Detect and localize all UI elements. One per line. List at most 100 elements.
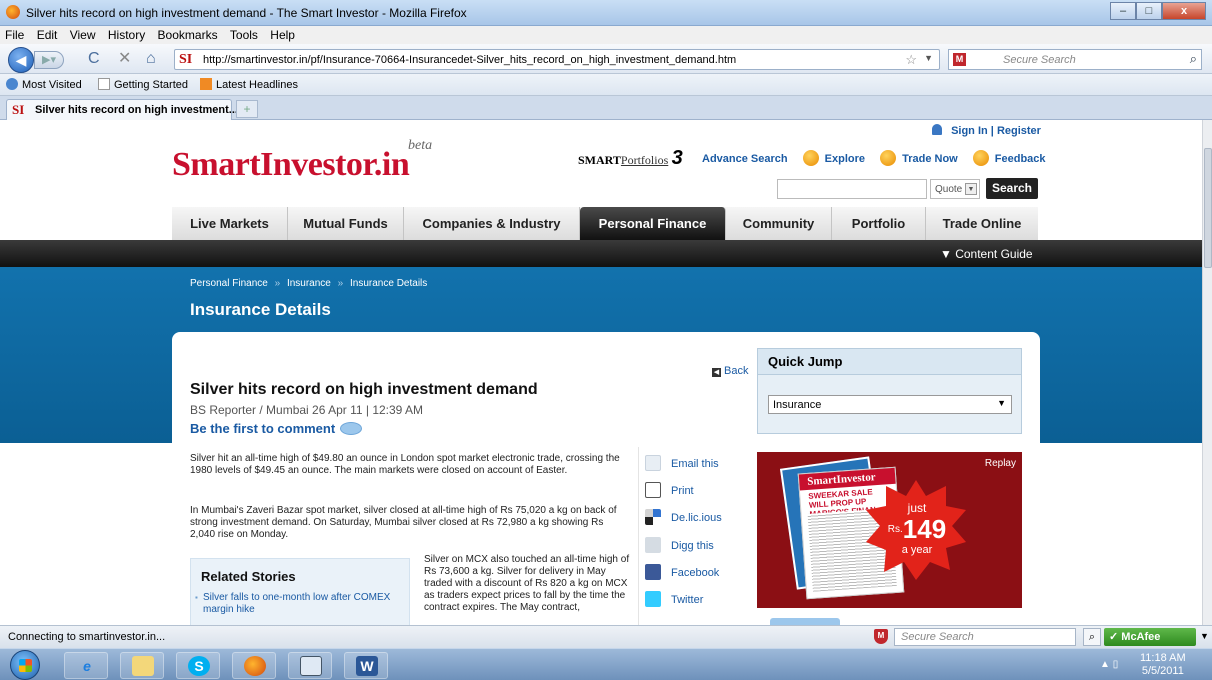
page-icon [98, 78, 110, 90]
main-navigation: Live Markets Mutual Funds Companies & In… [172, 207, 1038, 240]
reload-icon[interactable]: C [88, 50, 100, 68]
nav-portfolio[interactable]: Portfolio [832, 207, 926, 240]
quick-jump-value: Insurance [773, 399, 822, 411]
article-paragraph-3: Silver on MCX also touched an all-time h… [424, 554, 630, 613]
page-viewport: SmartInvestor.in beta Sign In | Register… [0, 120, 1202, 625]
search-icon[interactable]: ⌕ [1083, 628, 1101, 646]
site-icon: SI [179, 52, 193, 67]
nav-live-markets[interactable]: Live Markets [172, 207, 288, 240]
menu-history[interactable]: History [103, 26, 149, 42]
trade-now-link[interactable]: Trade Now [902, 153, 958, 165]
url-text[interactable]: http://smartinvestor.in/pf/Insurance-706… [203, 54, 736, 66]
home-icon[interactable]: ⌂ [146, 50, 156, 68]
minimize-button[interactable]: – [1110, 2, 1136, 20]
ad-replay-button[interactable]: Replay [985, 458, 1016, 469]
site-logo[interactable]: SmartInvestor.in [172, 146, 410, 184]
share-twitter[interactable]: Twitter [645, 591, 703, 607]
forward-button[interactable]: ▶▾ [34, 51, 64, 69]
tray-expand-icon[interactable]: ▲ [1100, 659, 1110, 670]
smart-portfolios-logo[interactable]: SMARTPortfolios 3 [578, 147, 683, 170]
top-links: Advance Search Explore Trade Now Feedbac… [702, 150, 1052, 166]
start-button[interactable] [10, 650, 40, 680]
register-link[interactable]: Register [997, 125, 1041, 137]
taskbar-firefox[interactable] [232, 652, 276, 679]
mcafee-button[interactable]: ✓ McAfee [1104, 628, 1196, 646]
explore-link[interactable]: Explore [825, 153, 865, 165]
breadcrumb-personal-finance[interactable]: Personal Finance [190, 278, 268, 289]
mcafee-search-icon[interactable]: M [953, 53, 966, 66]
close-button[interactable]: x [1162, 2, 1206, 20]
navigation-toolbar: ◀ ▶▾ C ✕ ⌂ SI http://smartinvestor.in/pf… [0, 44, 1212, 74]
bookmark-latest-headlines[interactable]: Latest Headlines [200, 78, 298, 91]
nav-community[interactable]: Community [726, 207, 832, 240]
browser-search-box[interactable]: M Secure Search ⌕ [948, 49, 1202, 70]
taskbar-media[interactable] [288, 652, 332, 679]
windows-taskbar: e S W ▲ ▯ 11:18 AM 5/5/2011 [0, 648, 1212, 680]
share-delicious[interactable]: De.lic.ious [645, 509, 722, 525]
share-facebook[interactable]: Facebook [645, 564, 719, 580]
sign-in-link[interactable]: Sign In [951, 125, 988, 137]
back-link[interactable]: ◀ Back [712, 365, 748, 377]
maximize-button[interactable]: □ [1136, 2, 1162, 20]
article-byline: BS Reporter / Mumbai 26 Apr 11 | 12:39 A… [190, 403, 424, 417]
window-controls: – □ x [1110, 2, 1206, 20]
stop-icon[interactable]: ✕ [118, 50, 131, 68]
system-clock[interactable]: 11:18 AM 5/5/2011 [1140, 652, 1186, 678]
printer-icon [645, 482, 661, 498]
price-value: 149 [902, 514, 947, 544]
nav-personal-finance[interactable]: Personal Finance [580, 207, 726, 240]
menu-edit[interactable]: Edit [32, 26, 62, 42]
url-bar[interactable]: SI http://smartinvestor.in/pf/Insurance-… [174, 49, 940, 70]
smart-text: SMART [578, 153, 621, 167]
taskbar-explorer[interactable] [120, 652, 164, 679]
url-dropdown-icon[interactable]: ▼ [924, 53, 933, 63]
taskbar-skype[interactable]: S [176, 652, 220, 679]
tab-active[interactable]: SI Silver hits record on high investment… [6, 99, 238, 120]
bookmark-star-icon[interactable]: ☆ [905, 52, 917, 68]
site-search-button[interactable]: Search [986, 178, 1038, 199]
status-search-input[interactable]: Secure Search [894, 628, 1076, 646]
menu-bookmarks[interactable]: Bookmarks [153, 26, 222, 42]
quote-search-input[interactable] [777, 179, 927, 199]
menu-file[interactable]: File [0, 26, 28, 42]
vertical-scrollbar[interactable] [1202, 120, 1212, 625]
content-guide-toggle[interactable]: ▼ Content Guide [940, 247, 1033, 261]
quick-jump-select[interactable]: Insurance ▼ [768, 395, 1012, 414]
back-arrow-icon: ◀ [712, 368, 721, 377]
related-stories-box: Related Stories Silver falls to one-mont… [190, 558, 410, 625]
breadcrumb-separator: » [274, 278, 281, 289]
quote-type-select[interactable]: Quote ▼ [930, 179, 980, 199]
rss-icon [200, 78, 212, 90]
advance-search-link[interactable]: Advance Search [702, 153, 788, 165]
chevron-down-icon[interactable]: ▼ [1200, 631, 1209, 641]
taskbar-word[interactable]: W [344, 652, 388, 679]
new-tab-button[interactable]: + [236, 100, 258, 118]
back-button[interactable]: ◀ [8, 47, 34, 73]
bookmark-getting-started[interactable]: Getting Started [98, 78, 188, 91]
internet-explorer-icon: e [83, 658, 91, 674]
related-story-link[interactable]: Silver falls to one-month low after COME… [195, 592, 393, 616]
share-email-label: Email this [671, 458, 719, 470]
scrollbar-thumb[interactable] [1204, 148, 1212, 268]
share-email[interactable]: Email this [645, 455, 719, 471]
feedback-link[interactable]: Feedback [995, 153, 1046, 165]
network-icon[interactable]: ▯ [1113, 659, 1119, 670]
search-icon[interactable]: ⌕ [1190, 51, 1197, 67]
taskbar-ie[interactable]: e [64, 652, 108, 679]
page-title: Insurance Details [190, 300, 331, 319]
share-digg[interactable]: Digg this [645, 537, 714, 553]
comment-link-label: Be the first to comment [190, 421, 336, 436]
share-print[interactable]: Print [645, 482, 694, 498]
comment-link[interactable]: Be the first to comment [190, 421, 363, 436]
nav-mutual-funds[interactable]: Mutual Funds [288, 207, 404, 240]
mcafee-shield-icon[interactable]: M [874, 629, 888, 644]
menu-view[interactable]: View [65, 26, 100, 42]
nav-trade-online[interactable]: Trade Online [926, 207, 1038, 240]
beta-label: beta [408, 138, 433, 153]
nav-companies-industry[interactable]: Companies & Industry [404, 207, 580, 240]
breadcrumb-insurance[interactable]: Insurance [287, 278, 331, 289]
menu-help[interactable]: Help [265, 26, 299, 42]
bookmark-most-visited[interactable]: Most Visited [6, 78, 82, 91]
explore-icon [802, 150, 819, 166]
menu-tools[interactable]: Tools [225, 26, 262, 42]
